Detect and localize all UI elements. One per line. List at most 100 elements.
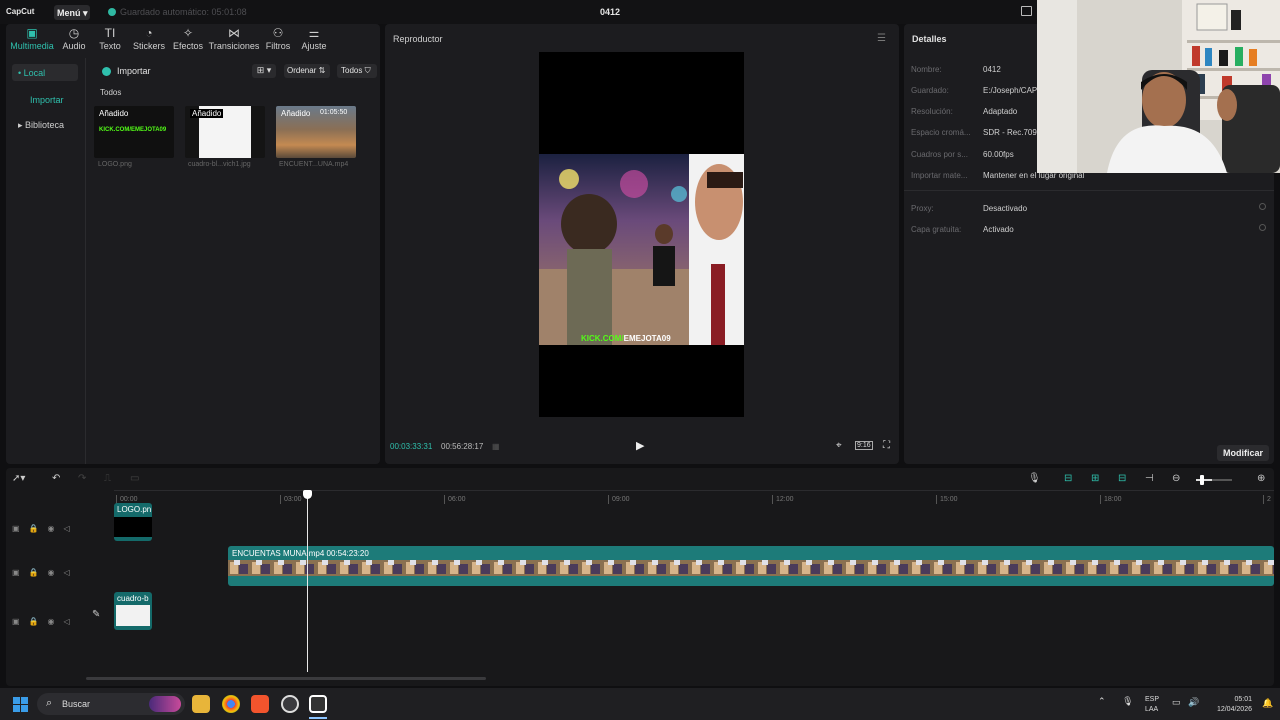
filter-button[interactable]: Todos ⛉ bbox=[337, 64, 377, 78]
detail-value: Adaptado bbox=[983, 107, 1018, 116]
fullscreen-icon[interactable]: ⛶ bbox=[883, 440, 890, 451]
tab-adjust[interactable]: ⚌ Ajuste bbox=[298, 26, 330, 51]
media-icon: ▣ bbox=[26, 26, 38, 40]
split-icon[interactable]: ⎍ bbox=[104, 473, 111, 484]
zoom-out-icon[interactable]: ⊖ bbox=[1172, 473, 1180, 484]
sidebar-item-local[interactable]: • Local bbox=[12, 64, 78, 81]
detail-label: Guardado: bbox=[911, 86, 949, 95]
project-title: 0412 bbox=[600, 7, 621, 17]
tab-label: Stickers bbox=[132, 41, 165, 51]
autosave-dot-icon bbox=[108, 8, 116, 16]
preview-canvas[interactable]: KICK.COM/EMEJOTA09 bbox=[539, 52, 744, 417]
text-icon: TI bbox=[104, 26, 116, 40]
microphone-icon[interactable]: 🎙 bbox=[1028, 473, 1041, 484]
track-controls-main[interactable]: ▣🔒◉◁ bbox=[12, 568, 79, 577]
timeline-clip-logo[interactable]: LOGO.pn bbox=[114, 503, 152, 541]
edit-cover-icon[interactable]: ✎ bbox=[92, 609, 100, 620]
tab-text[interactable]: TI Texto bbox=[94, 26, 126, 51]
watermark-white: EMEJOTA09 bbox=[623, 334, 671, 343]
zoom-slider-handle[interactable] bbox=[1200, 475, 1204, 485]
obs-icon[interactable] bbox=[281, 695, 299, 713]
tab-transitions[interactable]: ⋈ Transiciones bbox=[208, 26, 260, 51]
windows-start-icon[interactable] bbox=[13, 697, 29, 713]
file-explorer-icon[interactable] bbox=[192, 695, 210, 713]
tab-stickers[interactable]: ◔ Stickers bbox=[130, 26, 168, 51]
auto-snap-icon[interactable]: ⊞ bbox=[1091, 473, 1099, 484]
sidebar-item-import[interactable]: Importar bbox=[12, 91, 78, 108]
tab-effects[interactable]: ✧ Efectos bbox=[170, 26, 206, 51]
redo-icon[interactable]: ↷ bbox=[78, 473, 86, 484]
logo-overlay-text: KICK.COM/EMEJOTA09 bbox=[99, 127, 167, 133]
microphone-tray-icon[interactable]: 🎙 bbox=[1122, 696, 1133, 706]
tab-audio[interactable]: ◷ Audio bbox=[58, 26, 90, 51]
timecode-grid-icon[interactable]: ▦ bbox=[492, 442, 500, 451]
tab-label: Multimedia bbox=[10, 41, 54, 51]
playhead[interactable] bbox=[307, 490, 308, 672]
fit-screen-icon[interactable]: ⌖ bbox=[836, 440, 842, 451]
watermark-text: KICK.COM/EMEJOTA09 bbox=[581, 334, 671, 343]
import-button[interactable]: Importar bbox=[102, 66, 151, 76]
tab-label: Audio bbox=[62, 41, 86, 51]
detail-value: SDR - Rec.709 bbox=[983, 128, 1037, 137]
tab-multimedia[interactable]: ▣ Multimedia bbox=[8, 26, 56, 51]
hamburger-icon[interactable]: ☰ bbox=[877, 33, 886, 44]
network-icon[interactable]: ▭ bbox=[1172, 697, 1181, 708]
total-time: 00:56:28:17 bbox=[441, 442, 484, 451]
notification-bell-icon[interactable]: 🔔 bbox=[1262, 698, 1273, 709]
media-thumb-cuadro[interactable]: Añadido bbox=[185, 106, 265, 158]
menu-label: Menú bbox=[57, 8, 81, 18]
delete-icon[interactable]: ▭ bbox=[130, 473, 139, 484]
detail-value: Desactivado bbox=[983, 204, 1028, 213]
info-icon[interactable] bbox=[1259, 203, 1266, 210]
undo-icon[interactable]: ↶ bbox=[52, 473, 60, 484]
adjust-icon: ⚌ bbox=[308, 26, 320, 40]
menu-button[interactable]: Menú ▾ bbox=[54, 5, 90, 20]
language-indicator[interactable]: ESP LAA bbox=[1145, 695, 1159, 715]
info-icon[interactable] bbox=[1259, 224, 1266, 231]
media-thumb-logo[interactable]: Añadido KICK.COM/EMEJOTA09 bbox=[94, 106, 174, 158]
chevron-up-icon[interactable]: ⌃ bbox=[1098, 696, 1106, 706]
layout-icon[interactable] bbox=[1021, 6, 1032, 16]
aspect-ratio-button[interactable]: 9:16 bbox=[855, 441, 873, 450]
player-panel: Reproductor ☰ KICK.COM/EMEJOTA09 00:03:3… bbox=[385, 24, 899, 464]
preview-axis-icon[interactable]: ⊣ bbox=[1145, 473, 1154, 484]
track-controls-logo[interactable]: ▣🔒◉◁ bbox=[12, 524, 79, 533]
time-ruler[interactable]: 00:00 03:00 06:00 09:00 12:00 15:00 18:0… bbox=[114, 490, 1274, 504]
tab-filters[interactable]: ⚇ Filtros bbox=[262, 26, 294, 51]
ruler-tick: 2 bbox=[1263, 495, 1271, 504]
timeline-clip-cuadro[interactable]: cuadro-b bbox=[114, 592, 152, 630]
current-time: 00:03:33:31 bbox=[390, 442, 433, 451]
view-toggle-button[interactable]: ⊞ ▾ bbox=[252, 64, 276, 78]
sort-label: Ordenar bbox=[287, 66, 317, 75]
playhead-handle[interactable] bbox=[303, 490, 312, 499]
detail-value: 0412 bbox=[983, 65, 1001, 74]
autosave-status: Guardado automático: 05:01:08 bbox=[108, 7, 247, 17]
horizontal-scrollbar[interactable] bbox=[86, 677, 486, 680]
import-icon bbox=[102, 67, 111, 76]
chrome-icon[interactable] bbox=[222, 695, 240, 713]
volume-icon[interactable]: 🔊 bbox=[1188, 697, 1199, 708]
system-tray[interactable]: ⌃ 🎙 bbox=[1098, 696, 1134, 707]
timeline-clip-main-video[interactable]: ENCUENTAS MUNA.mp4 00:54:23:20 bbox=[228, 546, 1274, 586]
taskbar-search[interactable]: ⌕ Buscar bbox=[37, 693, 185, 715]
zoom-in-icon[interactable]: ⊕ bbox=[1257, 473, 1265, 484]
brave-icon[interactable] bbox=[251, 695, 269, 713]
detail-label: Proxy: bbox=[911, 204, 934, 213]
sort-button[interactable]: Ordenar ⇅ bbox=[284, 64, 330, 78]
modify-button[interactable]: Modificar bbox=[1217, 445, 1269, 461]
app-logo: CapCut bbox=[6, 7, 35, 16]
media-thumb-video[interactable]: Añadido 01:05:50 bbox=[276, 106, 356, 158]
clock[interactable]: 05:01 12/04/2026 bbox=[1210, 695, 1252, 715]
linkage-icon[interactable]: ⊟ bbox=[1118, 473, 1126, 484]
video-scene-image bbox=[539, 154, 744, 345]
added-badge: Añadido bbox=[99, 109, 129, 118]
search-highlight-image bbox=[149, 696, 181, 712]
divider bbox=[904, 190, 1274, 191]
sidebar-item-library[interactable]: ▸ Biblioteca bbox=[12, 116, 78, 133]
main-track-magnet-icon[interactable]: ⊟ bbox=[1064, 473, 1072, 484]
webcam-scene bbox=[1037, 0, 1280, 173]
capcut-taskbar-icon[interactable] bbox=[309, 695, 327, 713]
track-controls-cuadro[interactable]: ▣🔒◉◁ bbox=[12, 617, 79, 626]
play-icon[interactable]: ▶ bbox=[636, 439, 644, 452]
select-cursor-icon[interactable]: ➚▾ bbox=[12, 473, 25, 484]
